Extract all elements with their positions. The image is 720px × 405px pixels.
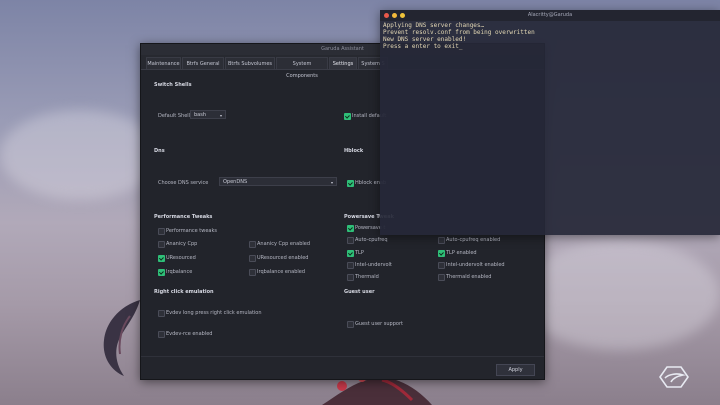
- hblock-enabled-checkbox[interactable]: [347, 180, 354, 187]
- chevron-down-icon: ▾: [330, 180, 333, 185]
- dns-service-value: OpenDNS: [223, 179, 248, 185]
- terminal-line: Applying DNS server changes…: [383, 22, 485, 29]
- uresourced-label: UResourced: [166, 255, 196, 261]
- guest-user-support-label: Guest user support: [355, 321, 403, 327]
- uresourced-enabled-label: UResourced enabled: [257, 255, 309, 261]
- tab-btrfs-subvolumes[interactable]: Btrfs Subvolumes: [225, 57, 275, 69]
- tlp-checkbox[interactable]: [347, 250, 354, 257]
- irqbalance-enabled-label: Irqbalance enabled: [257, 269, 306, 275]
- switch-shells-heading: Switch Shells: [154, 82, 192, 88]
- wallpaper-bird-left: [103, 300, 140, 376]
- performance-tweaks-label: Performance tweaks: [166, 228, 217, 234]
- terminal-line: Prevent resolv.conf from being overwritt…: [383, 29, 535, 36]
- thermald-checkbox[interactable]: [347, 274, 354, 281]
- uresourced-enabled-checkbox[interactable]: [249, 255, 256, 262]
- tlp-label: TLP: [355, 250, 364, 256]
- garuda-logo-icon: [659, 366, 689, 388]
- terminal-output: Applying DNS server changes… Prevent reso…: [380, 21, 720, 51]
- performance-tweaks-checkbox[interactable]: [158, 228, 165, 235]
- terminal-line: New DNS server enabled!: [383, 36, 467, 43]
- intel-undervolt-enabled-checkbox[interactable]: [438, 262, 445, 269]
- irqbalance-label: Irqbalance: [166, 269, 193, 275]
- intel-undervolt-label: Intel-undervolt: [355, 262, 392, 268]
- uresourced-checkbox[interactable]: [158, 255, 165, 262]
- tlp-enabled-checkbox[interactable]: [438, 250, 445, 257]
- auto-cpufreq-checkbox[interactable]: [347, 237, 354, 244]
- irqbalance-enabled-checkbox[interactable]: [249, 269, 256, 276]
- thermald-enabled-checkbox[interactable]: [438, 274, 445, 281]
- auto-cpufreq-label: Auto-cpufreq: [355, 237, 388, 243]
- auto-cpufreq-enabled-label: Auto-cpufreq enabled: [446, 237, 501, 243]
- evdev-long-press-label: Evdev long press right click emulation: [166, 310, 262, 316]
- evdev-rce-enabled-label: Evdev-rce enabled: [166, 331, 213, 337]
- right-click-emulation-heading: Right click emulation: [154, 289, 214, 295]
- guest-user-heading: Guest user: [344, 289, 375, 295]
- default-shell-value: bash: [194, 112, 207, 118]
- evdev-rce-enabled-checkbox[interactable]: [158, 331, 165, 338]
- ananicy-cpp-enabled-label: Ananicy Cpp enabled: [257, 241, 311, 247]
- hblock-heading: Hblock: [344, 148, 364, 154]
- intel-undervolt-checkbox[interactable]: [347, 262, 354, 269]
- terminal-window[interactable]: Alacritty@Garuda Applying DNS server cha…: [380, 10, 720, 235]
- dns-service-select[interactable]: OpenDNS ▾: [219, 177, 337, 186]
- guest-user-support-checkbox[interactable]: [347, 321, 354, 328]
- tab-btrfs-general[interactable]: Btrfs General: [182, 57, 224, 69]
- evdev-long-press-checkbox[interactable]: [158, 310, 165, 317]
- tab-settings[interactable]: Settings: [329, 57, 357, 69]
- ananicy-cpp-label: Ananicy Cpp: [166, 241, 198, 247]
- auto-cpufreq-enabled-checkbox[interactable]: [438, 237, 445, 244]
- dns-heading: Dns: [154, 148, 165, 154]
- default-shell-select[interactable]: bash ▾: [190, 110, 226, 119]
- apply-bar: Apply: [141, 356, 544, 379]
- install-default-checkbox[interactable]: [344, 113, 351, 120]
- thermald-label: Thermald: [355, 274, 379, 280]
- irqbalance-checkbox[interactable]: [158, 269, 165, 276]
- choose-dns-label: Choose DNS service: [158, 180, 209, 186]
- apply-button[interactable]: Apply: [496, 364, 535, 376]
- powersave-tweaks-checkbox[interactable]: [347, 225, 354, 232]
- tlp-enabled-label: TLP enabled: [446, 250, 477, 256]
- terminal-titlebar[interactable]: Alacritty@Garuda: [380, 10, 720, 21]
- terminal-title: Alacritty@Garuda: [527, 12, 573, 18]
- ananicy-cpp-enabled-checkbox[interactable]: [249, 241, 256, 248]
- performance-tweaks-heading: Performance Tweaks: [154, 214, 213, 220]
- ananicy-cpp-checkbox[interactable]: [158, 241, 165, 248]
- tab-maintenance[interactable]: Maintenance: [146, 57, 181, 69]
- thermald-enabled-label: Thermald enabled: [446, 274, 492, 280]
- tab-system-components[interactable]: System Components: [276, 57, 328, 79]
- terminal-line: Press a enter to exit_: [383, 43, 463, 50]
- default-shell-label: Default Shell:: [158, 113, 192, 119]
- chevron-down-icon: ▾: [219, 113, 222, 118]
- intel-undervolt-enabled-label: Intel-undervolt enabled: [446, 262, 505, 268]
